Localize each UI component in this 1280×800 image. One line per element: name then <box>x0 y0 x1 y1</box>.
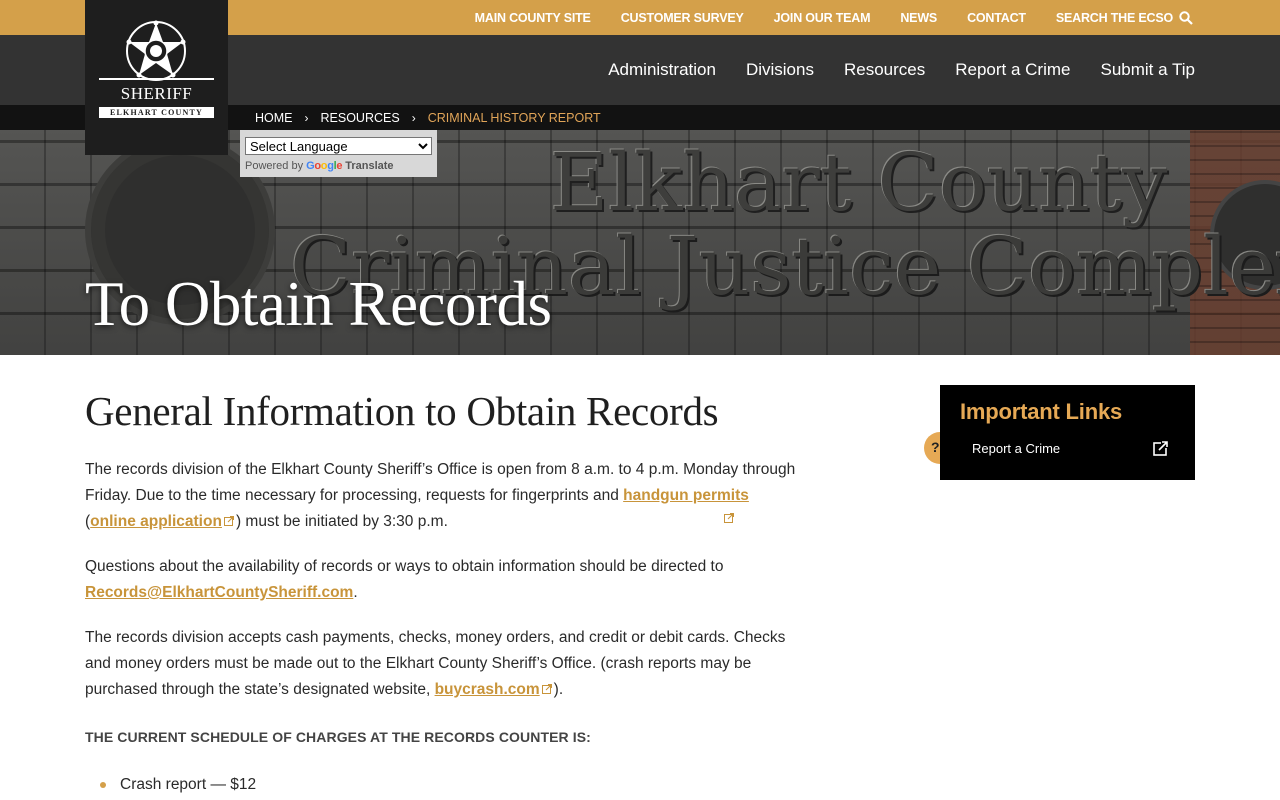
translate-powered-by: Powered by Google Translate <box>245 160 432 172</box>
paragraph-text: . <box>353 584 358 601</box>
schedule-heading: THE CURRENT SCHEDULE OF CHARGES AT THE R… <box>85 729 591 745</box>
utility-link-join-our-team[interactable]: JOIN OUR TEAM <box>774 11 871 25</box>
utility-link-news[interactable]: NEWS <box>900 11 937 25</box>
breadcrumb-resources[interactable]: RESOURCES <box>321 111 400 125</box>
section-heading: General Information to Obtain Records <box>85 388 719 434</box>
nav-administration[interactable]: Administration <box>608 60 716 80</box>
open-in-new-icon[interactable] <box>1153 441 1168 456</box>
external-link-icon <box>223 516 234 526</box>
main-nav-links: Administration Divisions Resources Repor… <box>578 35 1195 105</box>
nav-submit-a-tip[interactable]: Submit a Tip <box>1101 60 1196 80</box>
main-content: General Information to Obtain Records Th… <box>85 385 800 795</box>
paragraph-hours: The records division of the Elkhart Coun… <box>85 457 800 535</box>
utility-nav: MAIN COUNTY SITE CUSTOMER SURVEY JOIN OU… <box>445 0 1193 35</box>
utility-link-main-county-site[interactable]: MAIN COUNTY SITE <box>475 11 591 25</box>
list-item: Crash report — $12 <box>100 775 800 795</box>
chevron-right-icon: › <box>411 110 416 125</box>
paragraph-text: ) must be initiated by 3:30 p.m. <box>235 513 448 530</box>
search-icon <box>1179 10 1193 25</box>
breadcrumb-current: CRIMINAL HISTORY REPORT <box>427 110 601 125</box>
utility-link-contact[interactable]: CONTACT <box>967 11 1026 25</box>
sidebar-link-report-a-crime[interactable]: Report a Crime <box>972 441 1060 456</box>
utility-link-customer-survey[interactable]: CUSTOMER SURVEY <box>621 11 744 25</box>
breadcrumb: HOME › RESOURCES › CRIMINAL HISTORY REPO… <box>255 105 601 130</box>
charges-list: Crash report — $12 <box>100 775 800 795</box>
records-email-link[interactable]: Records@ElkhartCountySheriff.com <box>85 584 353 601</box>
paragraph-questions: Questions about the availability of reco… <box>85 554 800 606</box>
paragraph-text: ). <box>553 681 564 698</box>
powered-by-text: Powered by <box>245 160 304 172</box>
external-link-icon <box>724 513 734 523</box>
search-button[interactable]: SEARCH THE ECSO <box>1056 11 1193 25</box>
language-select[interactable]: Select Language <box>245 137 432 155</box>
nav-report-a-crime[interactable]: Report a Crime <box>955 60 1070 80</box>
chevron-right-icon: › <box>304 110 309 125</box>
google-translate-widget: Select Language Powered by Google Transl… <box>240 130 437 177</box>
handgun-permits-link[interactable]: handgun permits <box>623 487 749 504</box>
paragraph-payments: The records division accepts cash paymen… <box>85 625 800 703</box>
nav-divisions[interactable]: Divisions <box>746 60 814 80</box>
external-link-icon <box>541 684 552 694</box>
paragraph-text: Questions about the availability of reco… <box>85 558 724 575</box>
hero-engraving-line1: Elkhart County <box>550 136 1168 229</box>
sheriff-logo[interactable]: SHERIFF ELKHART COUNTY <box>85 0 228 155</box>
logo-subtitle: ELKHART COUNTY <box>99 107 214 118</box>
logo-rule <box>99 78 214 80</box>
help-label: ? <box>931 439 940 455</box>
hero-banner: Elkhart County Criminal Justice Complex … <box>0 130 1280 355</box>
search-label: SEARCH THE ECSO <box>1055 10 1173 25</box>
sheriff-star-icon <box>126 20 186 81</box>
breadcrumb-home[interactable]: HOME <box>255 111 293 125</box>
translate-link[interactable]: Translate <box>345 160 393 172</box>
logo-title: SHERIFF <box>120 84 193 103</box>
important-links-title: Important Links <box>960 399 1123 424</box>
online-application-link[interactable]: online application <box>90 513 222 530</box>
buycrash-link[interactable]: buycrash.com <box>435 681 540 698</box>
nav-resources[interactable]: Resources <box>844 60 925 80</box>
page-title: To Obtain Records <box>85 269 552 339</box>
google-logo: Google <box>306 160 343 172</box>
important-links-panel: Important Links Report a Crime <box>940 385 1195 480</box>
